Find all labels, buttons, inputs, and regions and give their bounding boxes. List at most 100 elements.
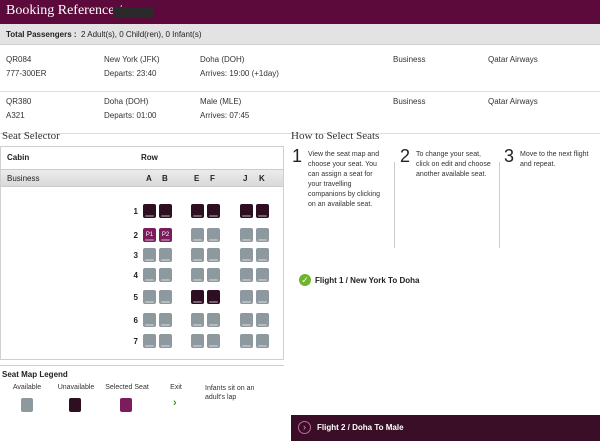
flight-row-1: QR084 777-300ER New York (JFK) Departs: … <box>0 50 600 92</box>
seat-available[interactable] <box>191 228 204 242</box>
seat-unavailable <box>256 204 269 218</box>
cabin-header: Cabin <box>7 153 30 162</box>
seat-available[interactable] <box>191 268 204 282</box>
seat-available[interactable] <box>240 313 253 327</box>
aircraft-type: A321 <box>6 111 25 120</box>
how-to-steps: 1 View the seat map and choose your seat… <box>289 146 600 252</box>
seat-available[interactable] <box>240 290 253 304</box>
seat-available[interactable] <box>240 334 253 348</box>
destination: Doha (DOH) <box>200 55 245 64</box>
column-label: E <box>194 174 200 183</box>
step-3: 3 Move to the next flight and repeat. <box>504 146 600 246</box>
flight-2-label: Flight 2 / Doha To Male <box>317 423 404 432</box>
seat-unavailable <box>191 204 204 218</box>
seat-available[interactable] <box>256 228 269 242</box>
seat-selected[interactable]: P2 <box>159 228 172 242</box>
seat-available[interactable] <box>159 334 172 348</box>
row-number: 7 <box>133 337 138 346</box>
seat-available[interactable] <box>191 248 204 262</box>
seat-unavailable <box>240 204 253 218</box>
legend-available-label: Available <box>12 384 42 391</box>
step-text: To change your seat, click on edit and c… <box>416 151 491 178</box>
destination: Male (MLE) <box>200 97 242 106</box>
seat-available[interactable] <box>207 228 220 242</box>
travel-class: Business <box>393 55 426 64</box>
step-divider <box>499 162 500 248</box>
passengers-value: 2 Adult(s), 0 Child(ren), 0 Infant(s) <box>81 30 202 39</box>
passengers-label: Total Passengers : <box>6 30 77 39</box>
seat-map-legend: Seat Map Legend Available Unavailable Se… <box>0 365 284 441</box>
seat-available[interactable] <box>240 248 253 262</box>
flight-row-2: QR380 A321 Doha (DOH) Departs: 01:00 Mal… <box>0 92 600 134</box>
column-label: K <box>259 174 265 183</box>
seat-available[interactable] <box>143 313 156 327</box>
origin: New York (JFK) <box>104 55 160 64</box>
column-label: J <box>243 174 248 183</box>
seat-selected[interactable]: P1 <box>143 228 156 242</box>
seat-available[interactable] <box>256 290 269 304</box>
passenger-summary: Total Passengers : 2 Adult(s), 0 Child(r… <box>0 24 600 45</box>
arrival-time: Arrives: 07:45 <box>200 111 250 120</box>
row-number: 3 <box>133 251 138 260</box>
seat-unavailable <box>143 204 156 218</box>
row-number: 5 <box>133 293 138 302</box>
step-divider <box>394 162 395 248</box>
legend-unavailable-label: Unavailable <box>57 384 95 391</box>
check-icon: ✓ <box>299 274 311 286</box>
airline: Qatar Airways <box>488 97 538 106</box>
step-number: 2 <box>400 146 411 166</box>
seat-available[interactable] <box>207 313 220 327</box>
legend-infants-note: Infants sit on an adult's lap <box>205 385 255 401</box>
seat-available[interactable] <box>256 313 269 327</box>
seat-map-header: Cabin Row <box>1 147 283 167</box>
airline: Qatar Airways <box>488 55 538 64</box>
seat-unavailable <box>191 290 204 304</box>
arrival-time: Arrives: 19:00 (+1day) <box>200 69 279 78</box>
seat-available[interactable] <box>256 334 269 348</box>
legend-exit-label: Exit <box>170 384 182 391</box>
seat-available[interactable] <box>207 248 220 262</box>
travel-class: Business <box>393 97 426 106</box>
seat-available[interactable] <box>159 290 172 304</box>
seat-available[interactable] <box>143 290 156 304</box>
departure-time: Departs: 01:00 <box>104 111 157 120</box>
step-number: 3 <box>504 146 515 166</box>
seat-available[interactable] <box>159 313 172 327</box>
seat-available[interactable] <box>256 268 269 282</box>
legend-title: Seat Map Legend <box>2 370 68 379</box>
seat-available[interactable] <box>143 334 156 348</box>
row-header: Row <box>141 153 158 162</box>
seat-available[interactable] <box>159 248 172 262</box>
departure-time: Departs: 23:40 <box>104 69 157 78</box>
seat-available[interactable] <box>143 248 156 262</box>
seat-unavailable <box>207 204 220 218</box>
row-number: 1 <box>133 207 138 216</box>
seat-available[interactable] <box>240 228 253 242</box>
column-label: B <box>162 174 168 183</box>
legend-available-swatch <box>21 398 33 412</box>
seat-available[interactable] <box>191 313 204 327</box>
seat-unavailable <box>207 290 220 304</box>
seat-available[interactable] <box>159 268 172 282</box>
how-to-title: How to Select Seats <box>291 130 380 142</box>
legend-unavailable-swatch <box>69 398 81 412</box>
seat-available[interactable] <box>191 334 204 348</box>
flight-number: QR380 <box>6 97 32 106</box>
legend-selected-label: Selected Seat <box>105 384 149 391</box>
seat-unavailable <box>159 204 172 218</box>
row-number: 4 <box>133 271 138 280</box>
flight-number: QR084 <box>6 55 32 64</box>
flight-2-tab[interactable]: › Flight 2 / Doha To Male <box>291 415 600 441</box>
row-number: 6 <box>133 316 138 325</box>
step-text: Move to the next flight and repeat. <box>520 151 589 168</box>
flight-1-label: Flight 1 / New York To Doha <box>315 276 420 285</box>
seat-available[interactable] <box>256 248 269 262</box>
seat-available[interactable] <box>240 268 253 282</box>
seat-available[interactable] <box>143 268 156 282</box>
seat-available[interactable] <box>207 268 220 282</box>
column-label: F <box>210 174 215 183</box>
seat-available[interactable] <box>207 334 220 348</box>
column-label: A <box>146 174 152 183</box>
origin: Doha (DOH) <box>104 97 149 106</box>
chevron-right-icon: › <box>298 421 311 434</box>
